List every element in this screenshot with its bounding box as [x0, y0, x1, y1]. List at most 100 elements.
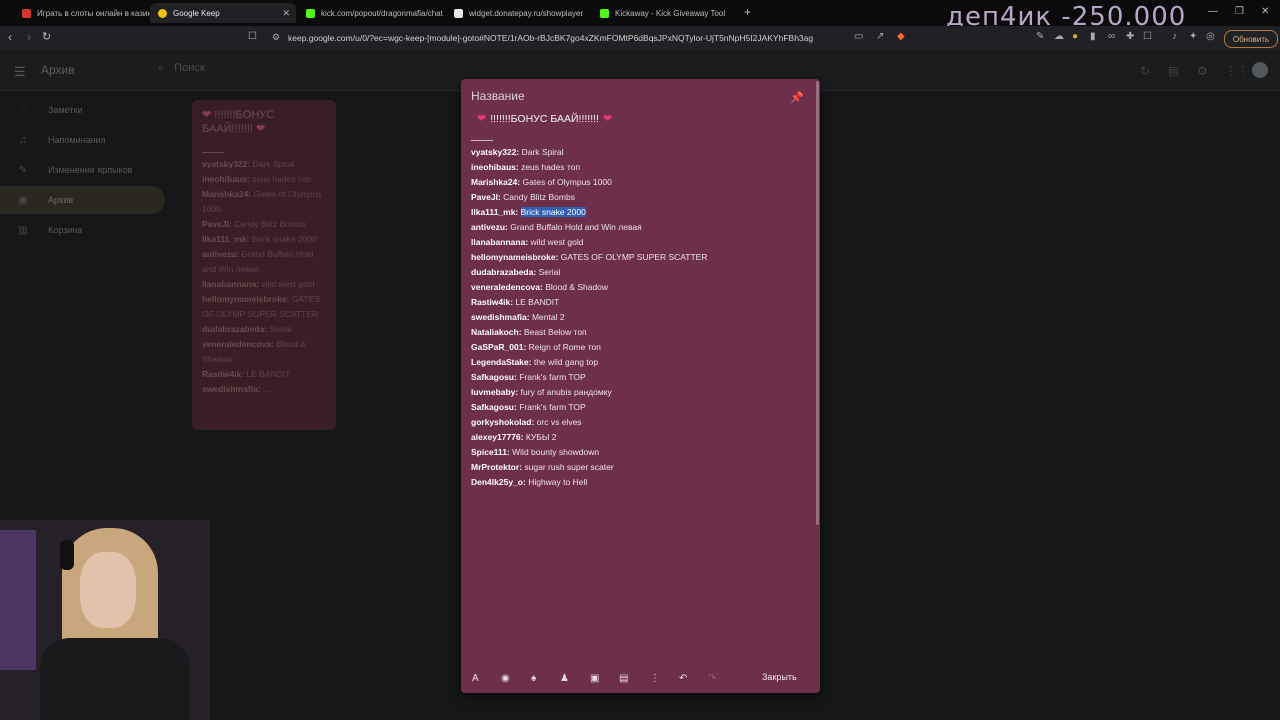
note-title: ❤ !!!!!!!БОНУС БААЙ!!!!!!! ❤	[202, 109, 275, 135]
note-entry[interactable]: veneraledencova: Blood & Shadow	[471, 280, 708, 295]
note-entry[interactable]: antivezu: Grand Buffalo Hold and Win лев…	[471, 220, 708, 235]
maximize-icon[interactable]: ❐	[1235, 6, 1244, 17]
note-entry[interactable]: LegendaStake: the wild gang top	[471, 355, 708, 370]
extension-icon[interactable]: ✎	[1036, 31, 1044, 42]
note-entry[interactable]: PaveJI: Candy Blitz Bombs	[471, 190, 708, 205]
note-entry[interactable]: MrProtektor: sugar rush super scater	[471, 460, 708, 475]
entry-username: Rastiw4ik:	[471, 297, 514, 307]
note-entry[interactable]: llanabannana: wild west gold	[471, 235, 708, 250]
extension-icon[interactable]: ▮	[1090, 31, 1096, 42]
sidebar-item-notes[interactable]: ◌ Заметки	[0, 96, 165, 124]
extension-icon[interactable]: ✦	[1189, 31, 1197, 42]
kick-favicon-icon	[306, 8, 315, 18]
browser-tab[interactable]: widget.donatepay.ru/showplayer	[446, 3, 592, 23]
search-placeholder: Поиск	[174, 62, 205, 74]
scrollbar[interactable]	[816, 81, 819, 525]
note-row: Ilka111_mk: Brick snake 2000	[202, 232, 326, 247]
note-entry[interactable]: GaSPaR_001: Reign of Rome топ	[471, 340, 708, 355]
note-entry[interactable]: Spice111: Wild bounty showdown	[471, 445, 708, 460]
sidebar-item-label: Изменение ярлыков	[48, 165, 133, 175]
share-icon[interactable]: ↗	[876, 31, 884, 42]
note-entry[interactable]: Nataliakoch: Beast Below топ	[471, 325, 708, 340]
extension-icon[interactable]: ●	[1072, 31, 1078, 42]
browser-tab[interactable]: kick.com/popout/dragonmafia/chat	[298, 3, 444, 23]
extension-icon[interactable]: ☐	[1143, 31, 1152, 42]
cast-icon[interactable]: ▭	[854, 31, 863, 42]
sidebar-item-archive[interactable]: ▣ Архив	[0, 186, 165, 214]
shield-icon[interactable]: ◎	[1206, 31, 1215, 42]
note-body[interactable]: vyatsky322: Dark Spiral ineohibaus: zeus …	[471, 145, 708, 490]
close-window-icon[interactable]: ✕	[1261, 6, 1269, 17]
close-button[interactable]: Закрыть	[762, 672, 797, 682]
close-tab-icon[interactable]: ✕	[282, 8, 290, 19]
search-input[interactable]: ⌕ Поиск	[158, 62, 205, 75]
heart-icon: ❤	[477, 113, 487, 125]
note-entry[interactable]: dudabrazabeda: Serial	[471, 265, 708, 280]
music-icon[interactable]: ♪	[1172, 31, 1177, 42]
entry-slot: Highway to Hell	[528, 477, 588, 487]
note-entry[interactable]: Rastiw4ik: LE BANDIT	[471, 295, 708, 310]
sidebar-item-reminders[interactable]: ♫ Напоминания	[0, 126, 165, 154]
refresh-icon[interactable]: ↻	[1140, 64, 1150, 78]
browser-tab[interactable]: Играть в слоты онлайн в казино	[14, 3, 152, 23]
settings-icon[interactable]: ⚙	[1197, 64, 1208, 78]
collaborator-icon[interactable]: ♟	[560, 673, 569, 684]
text-format-icon[interactable]: A	[472, 673, 479, 684]
extension-icon[interactable]: ☁	[1054, 31, 1064, 42]
note-entry[interactable]: alexey17776: КУБЫ 2	[471, 430, 708, 445]
note-entry[interactable]: Safkagosu: Frank's farm TOP	[471, 400, 708, 415]
sidebar-item-edit-labels[interactable]: ✎ Изменение ярлыков	[0, 156, 165, 184]
note-entry[interactable]: Ilka111_mk: Brick snake 2000	[471, 205, 708, 220]
archive-icon: ▣	[18, 194, 28, 206]
image-icon[interactable]: ▣	[590, 673, 599, 684]
list-view-icon[interactable]: ▤	[1168, 64, 1179, 78]
forward-icon[interactable]: ›	[27, 30, 31, 44]
brave-shield-icon[interactable]: ◆	[897, 31, 905, 42]
note-heading[interactable]: ❤ !!!!!!!БОНУС БААЙ!!!!!!! ❤	[473, 112, 616, 126]
pin-icon[interactable]: 📌	[790, 91, 804, 104]
note-entry[interactable]: hellomynameisbroke: GATES OF OLYMP SUPER…	[471, 250, 708, 265]
bookmark-icon[interactable]: ☐	[248, 31, 257, 42]
note-entry[interactable]: Marishka24: Gates of Olympus 1000	[471, 175, 708, 190]
browser-tab[interactable]: Kickaway - Kick Giveaway Tool	[592, 3, 738, 23]
note-entry[interactable]: Den4lk25y_o: Highway to Hell	[471, 475, 708, 490]
new-tab-icon[interactable]: +	[744, 5, 751, 19]
browser-tab-active[interactable]: Google Keep ✕	[150, 3, 296, 23]
unarchive-icon[interactable]: ▤	[619, 673, 628, 684]
update-button[interactable]: Обновить	[1224, 30, 1278, 48]
note-entry[interactable]: luvmebaby: fury of anubis рандомку	[471, 385, 708, 400]
back-icon[interactable]: ‹	[8, 30, 12, 44]
note-entry[interactable]: Safkagosu: Frank's farm TOP	[471, 370, 708, 385]
reload-icon[interactable]: ↻	[42, 30, 51, 43]
puzzle-icon[interactable]: ✚	[1126, 31, 1134, 42]
avatar[interactable]	[1252, 62, 1268, 78]
entry-username: Safkagosu:	[471, 402, 517, 412]
entry-username: hellomynameisbroke:	[471, 252, 559, 262]
more-icon[interactable]: ⋮	[650, 673, 660, 684]
search-icon: ⌕	[158, 62, 165, 74]
tab-label: Kickaway - Kick Giveaway Tool	[615, 8, 726, 18]
row-slot: Candy Blitz Bombs	[234, 219, 306, 229]
reminder-bell-icon[interactable]: ♠	[531, 673, 536, 684]
apps-icon[interactable]: ⋮⋮	[1225, 64, 1249, 78]
extension-icon[interactable]: ∞	[1108, 31, 1115, 42]
tab-label: Google Keep	[173, 8, 220, 18]
redo-icon[interactable]: ↷	[708, 673, 716, 684]
sidebar-item-trash[interactable]: ▥ Корзина	[0, 216, 165, 244]
note-entry[interactable]: ineohibaus: zeus hades топ	[471, 160, 708, 175]
minimize-icon[interactable]: —	[1208, 6, 1218, 17]
row-username: dudabrazabeda:	[202, 324, 268, 334]
site-settings-icon[interactable]: ⚙	[272, 32, 280, 43]
archived-note-card[interactable]: ❤ !!!!!!!БОНУС БААЙ!!!!!!! ❤ vyatsky322:…	[192, 100, 336, 430]
background-light	[0, 530, 36, 670]
undo-icon[interactable]: ↶	[679, 673, 687, 684]
note-entry[interactable]: swedishmafia: Mental 2	[471, 310, 708, 325]
tab-label: Играть в слоты онлайн в казино	[37, 8, 152, 18]
url-field[interactable]: ⚙ keep.google.com/u/0/?ec=wgc-keep-[modu…	[268, 29, 848, 46]
note-title-field[interactable]: Название	[471, 89, 525, 103]
note-entry[interactable]: gorkyshokolad: orc vs elves	[471, 415, 708, 430]
entry-slot: Grand Buffalo Hold and Win левая	[510, 222, 642, 232]
palette-icon[interactable]: ◉	[501, 673, 510, 684]
menu-icon[interactable]: ☰	[14, 64, 26, 80]
note-entry[interactable]: vyatsky322: Dark Spiral	[471, 145, 708, 160]
